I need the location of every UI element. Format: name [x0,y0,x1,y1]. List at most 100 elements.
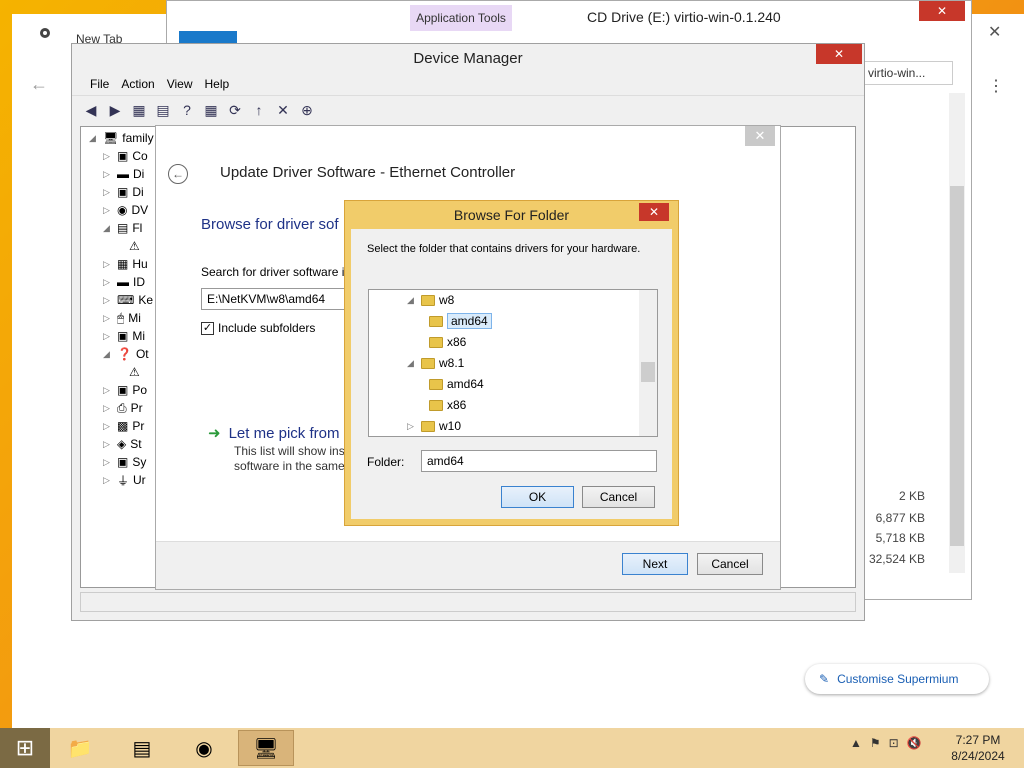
let-me-pick-description: This list will show inst software in the… [234,444,349,473]
keyboard-icon: ⌨ [117,293,135,307]
menu-bar: File Action View Help [72,72,864,96]
folder-label: Folder: [367,455,405,469]
folder-icon [429,399,443,411]
device-icon: ▣ [117,383,129,397]
tree-item[interactable]: ▷ ▣ Mi [103,327,145,345]
folder-item-x86[interactable]: x86 [429,332,466,352]
let-me-pick-link[interactable]: ➜ Let me pick from [208,424,339,443]
device-icon: ▦ [117,257,129,271]
tree-item[interactable]: ▷ ⌨ Ke [103,291,153,309]
checkbox-checked-icon: ✓ [201,321,214,335]
tree-item[interactable]: ▷ ▣ Di [103,183,144,201]
view-icon[interactable]: ▤ [154,101,172,119]
tree-item[interactable]: ◢ ❓ Ot [103,345,149,363]
uninstall-icon[interactable]: ✕ [274,101,292,119]
folder-item-w8[interactable]: ◢ w8 [407,290,454,310]
back-icon[interactable]: ◀ [82,101,100,119]
browse-folder-close-button[interactable]: ✕ [639,203,669,221]
folder-icon: 📁 [67,737,93,760]
include-subfolders-checkbox[interactable]: ✓ Include subfolders [201,321,315,335]
folder-icon [421,357,435,369]
menu-action[interactable]: Action [115,77,160,91]
tree-item[interactable]: ▷ ⏚ Ur [103,471,146,489]
usb-icon: ⏚ [117,473,130,488]
device-manager-icon: 🖥 [253,737,279,760]
menu-view[interactable]: View [161,77,199,91]
customise-supermium-button[interactable]: ✎ Customise Supermium [805,664,989,694]
storage-icon: ◈ [117,437,127,451]
show-hidden-icons-icon[interactable]: ▲ [850,736,862,750]
close-icon[interactable]: ✕ [988,22,1001,42]
update-driver-close-button[interactable]: ✕ [745,126,775,146]
cancel-button[interactable]: Cancel [582,486,655,508]
scan-icon[interactable]: ⟳ [226,101,244,119]
driver-path-input[interactable]: E:\NetKVM\w8\amd64 [201,288,361,310]
help-icon[interactable]: ? [178,101,196,119]
tree-item[interactable]: ▷ ⎙ Pr [103,399,143,417]
folder-item-x86[interactable]: x86 [429,395,466,415]
folder-input[interactable]: amd64 [421,450,657,472]
tree-item[interactable]: ▷ ▬ Di [103,165,144,183]
browser-icon: ◉ [195,737,213,760]
folder-item-amd64[interactable]: amd64 [429,374,484,394]
tree-item[interactable]: ⚠ [129,363,140,381]
explorer-close-button[interactable]: ✕ [919,1,965,21]
menu-help[interactable]: Help [199,77,236,91]
green-arrow-icon: ➜ [208,425,221,442]
explorer-search-input[interactable]: virtio-win... [863,61,953,85]
update-driver-icon[interactable]: ↑ [250,101,268,119]
folder-tree-scroll-thumb[interactable] [641,362,655,382]
explorer-scroll-thumb[interactable] [950,186,964,546]
tree-item[interactable]: ▷ ▩ Pr [103,417,144,435]
device-icon: ◉ [117,203,128,217]
folder-item-w8-1[interactable]: ◢ w8.1 [407,353,464,373]
tree-item[interactable]: ▷ ▦ Hu [103,255,148,273]
tree-item[interactable]: ▷ ◉ DV [103,201,148,219]
back-arrow-icon[interactable]: ← [30,74,48,95]
status-bar [80,592,856,612]
start-button[interactable]: ⊞ [0,728,50,768]
tree-item[interactable]: ▷ ◈ St [103,435,142,453]
browse-folder-body: Select the folder that contains drivers … [351,229,672,519]
add-hardware-icon[interactable]: ⊕ [298,101,316,119]
forward-icon[interactable]: ▶ [106,101,124,119]
device-icon: ▬ [117,167,129,181]
back-arrow-icon[interactable]: ← [168,164,188,184]
ok-button[interactable]: OK [501,486,574,508]
tree-item[interactable]: ▷ ▣ Co [103,147,148,165]
device-icon: ▬ [117,275,129,289]
processor-icon: ▩ [117,419,129,433]
other-devices-icon: ❓ [117,347,132,361]
taskbar-browser[interactable]: ◉ [176,730,232,766]
device-manager-close-button[interactable]: ✕ [816,44,862,64]
system-clock[interactable]: 7:27 PM 8/24/2024 [946,732,1010,764]
tree-item[interactable]: ⚠ [129,237,140,255]
taskbar-control-panel[interactable]: ▤ [114,730,170,766]
cancel-button[interactable]: Cancel [697,553,763,575]
device-icon: ▣ [117,185,129,199]
more-menu-icon[interactable]: ⋮ [988,76,1004,96]
taskbar-file-explorer[interactable]: 📁 [52,730,108,766]
device-manager-titlebar: Device Manager ✕ [72,44,864,72]
network-icon[interactable]: ⊡ [889,736,899,750]
next-button[interactable]: Next [622,553,688,575]
flag-icon[interactable]: ⚑ [870,736,881,750]
tree-item[interactable]: ▷ ▣ Sy [103,453,146,471]
tree-item[interactable]: ◢ ▤ Fl [103,219,142,237]
system-icon: ▣ [117,455,129,469]
tree-item[interactable]: ▷ ▣ Po [103,381,147,399]
tree-root[interactable]: ◢ 🖥 family [89,129,154,147]
menu-file[interactable]: File [84,77,115,91]
tree-item[interactable]: ▷ ▬ ID [103,273,145,291]
volume-icon[interactable]: 🔇 [907,736,922,750]
ribbon-tab-application-tools[interactable]: Application Tools [410,5,512,31]
properties-icon[interactable]: ▦ [130,101,148,119]
details-icon[interactable]: ▦ [202,101,220,119]
tree-item[interactable]: ▷ 🖱 Mi [103,309,141,327]
folder-icon [429,315,443,327]
folder-icon [421,420,435,432]
folder-item-w10[interactable]: ▷ w10 [407,416,461,436]
taskbar-device-manager[interactable]: 🖥 [238,730,294,766]
monitor-icon: ▣ [117,329,129,343]
folder-item-amd64[interactable]: amd64 [429,311,492,331]
